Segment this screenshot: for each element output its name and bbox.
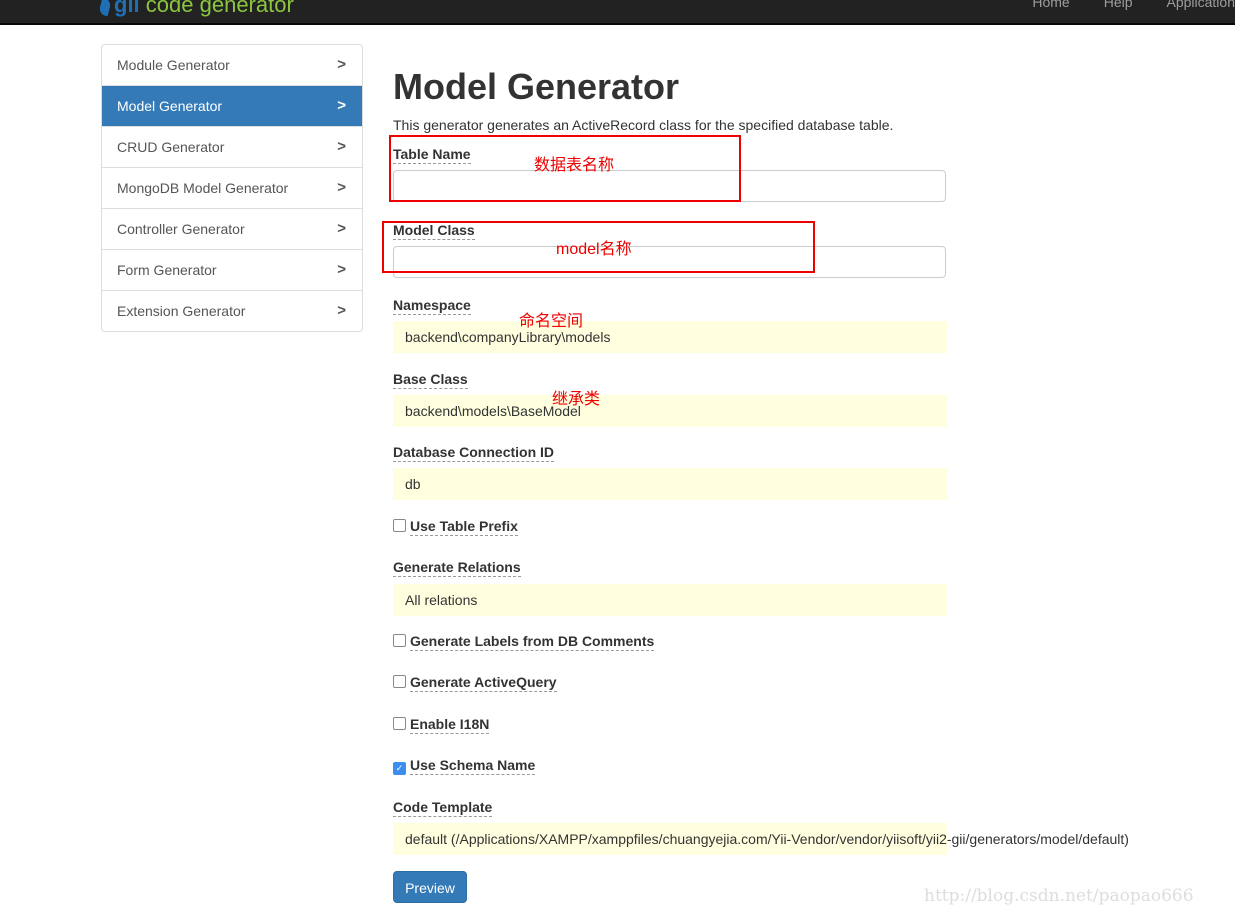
schema-name-checkbox[interactable]: ✓	[393, 762, 406, 775]
chevron-right-icon: >	[337, 56, 346, 73]
generate-relations-label: Generate Relations	[393, 559, 521, 577]
labels-from-db-label: Generate Labels from DB Comments	[410, 633, 655, 651]
sidebar-item-controller[interactable]: Controller Generator >	[102, 208, 362, 249]
gii-logo[interactable]: gii code generator	[97, 0, 294, 18]
nav-application[interactable]: Application	[1167, 0, 1235, 10]
nav-home[interactable]: Home	[1032, 0, 1069, 10]
sidebar-item-form[interactable]: Form Generator >	[102, 249, 362, 290]
annotation-namespace: 命名空间	[519, 313, 584, 330]
annotation-base-class: 继承类	[552, 391, 601, 408]
code-template-label: Code Template	[393, 799, 493, 817]
navbar: gii code generator Home Help Application	[0, 0, 1235, 25]
preview-button[interactable]: Preview	[393, 871, 467, 903]
annotation-model-class: model名称	[556, 241, 632, 258]
db-connection-input[interactable]: db	[393, 468, 947, 500]
sidebar-item-label: CRUD Generator	[117, 139, 225, 155]
sidebar-item-label: Form Generator	[117, 262, 217, 278]
chevron-right-icon: >	[337, 302, 346, 319]
nav-help[interactable]: Help	[1104, 0, 1133, 10]
db-connection-label: Database Connection ID	[393, 444, 555, 462]
chevron-right-icon: >	[337, 220, 346, 237]
watermark: http://blog.csdn.net/paopao666	[924, 886, 1194, 906]
sidebar-item-label: Model Generator	[117, 98, 223, 114]
sidebar-item-label: Module Generator	[117, 57, 230, 73]
active-query-checkbox[interactable]	[393, 675, 406, 688]
namespace-input[interactable]: backend\companyLibrary\models	[393, 321, 947, 353]
schema-name-label: Use Schema Name	[410, 757, 536, 775]
leaf-icon	[97, 0, 113, 16]
sidebar-item-crud[interactable]: CRUD Generator >	[102, 126, 362, 167]
sidebar-item-module[interactable]: Module Generator >	[102, 45, 362, 85]
sidebar-item-label: Controller Generator	[117, 221, 245, 237]
namespace-label: Namespace	[393, 297, 471, 315]
sidebar-item-label: MongoDB Model Generator	[117, 180, 289, 196]
code-template-select[interactable]: default (/Applications/XAMPP/xamppfiles/…	[393, 823, 1129, 855]
sidebar: Module Generator > Model Generator > CRUD …	[101, 44, 363, 332]
labels-from-db-checkbox[interactable]	[393, 634, 406, 647]
page-description: This generator generates an ActiveRecord…	[393, 117, 894, 133]
annotation-table-name: 数据表名称	[534, 157, 615, 174]
i18n-checkbox[interactable]	[393, 717, 406, 730]
active-query-label: Generate ActiveQuery	[410, 674, 557, 692]
base-class-input[interactable]: backend\models\BaseModel	[393, 395, 947, 427]
i18n-label: Enable I18N	[410, 716, 490, 734]
base-class-label: Base Class	[393, 371, 468, 389]
chevron-right-icon: >	[337, 179, 346, 196]
sidebar-item-label: Extension Generator	[117, 303, 246, 319]
use-table-prefix-label: Use Table Prefix	[410, 518, 518, 536]
sidebar-item-model[interactable]: Model Generator >	[102, 85, 362, 126]
page-title: Model Generator	[393, 66, 680, 107]
chevron-right-icon: >	[337, 261, 346, 278]
sidebar-item-extension[interactable]: Extension Generator >	[102, 290, 362, 331]
generate-relations-select[interactable]: All relations	[393, 584, 947, 616]
use-table-prefix-checkbox[interactable]	[393, 519, 406, 532]
chevron-right-icon: >	[337, 138, 346, 155]
sidebar-item-mongodb[interactable]: MongoDB Model Generator >	[102, 167, 362, 208]
chevron-right-icon: >	[337, 97, 346, 114]
